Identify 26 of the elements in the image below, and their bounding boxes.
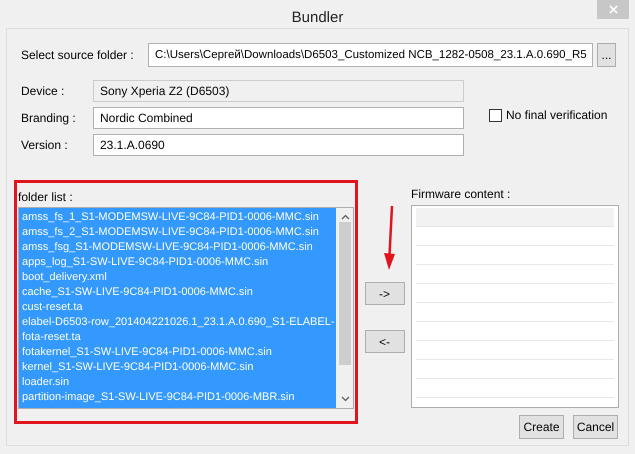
list-label: folder list : [18, 191, 74, 204]
browse-button[interactable]: ... [597, 43, 616, 67]
field-label: Device : [21, 84, 66, 98]
scroll-up-icon[interactable] [340, 214, 350, 220]
field-label: Version : [21, 138, 69, 152]
close-icon [608, 5, 618, 14]
remove-button[interactable]: <- [364, 330, 404, 353]
annotation-arrow [384, 206, 395, 270]
source-folder-field[interactable]: C:\Users\Сергей\Downloads\D6503_Customized NCB_1282-0508_23.1.A.0.690_R5 [148, 43, 593, 67]
field-label: Select source folder : [21, 48, 135, 62]
add-button[interactable]: -> [364, 282, 404, 305]
scroll-down-icon[interactable] [340, 396, 350, 402]
folder-list[interactable] [18, 207, 354, 409]
checkbox[interactable] [489, 108, 502, 122]
checkbox-label: No final verification [506, 108, 608, 122]
folder-list-item[interactable]: elabel-D6503-row_201404221026.1_23.1.A.0.690_S1-ELABEL- [19, 315, 336, 330]
close-button[interactable] [597, 0, 629, 19]
list-label: Firmware content : [411, 188, 512, 201]
scrollbar-thumb[interactable] [339, 222, 351, 365]
field-label: Branding : [21, 111, 77, 125]
cancel-button[interactable]: Cancel [573, 415, 618, 439]
window-title: Bundler [292, 8, 344, 26]
scrollbar[interactable] [336, 208, 353, 408]
text-field[interactable]: Nordic Combined [93, 107, 464, 129]
create-button[interactable]: Create [519, 415, 564, 439]
text-field[interactable]: 23.1.A.0690 [93, 134, 464, 156]
